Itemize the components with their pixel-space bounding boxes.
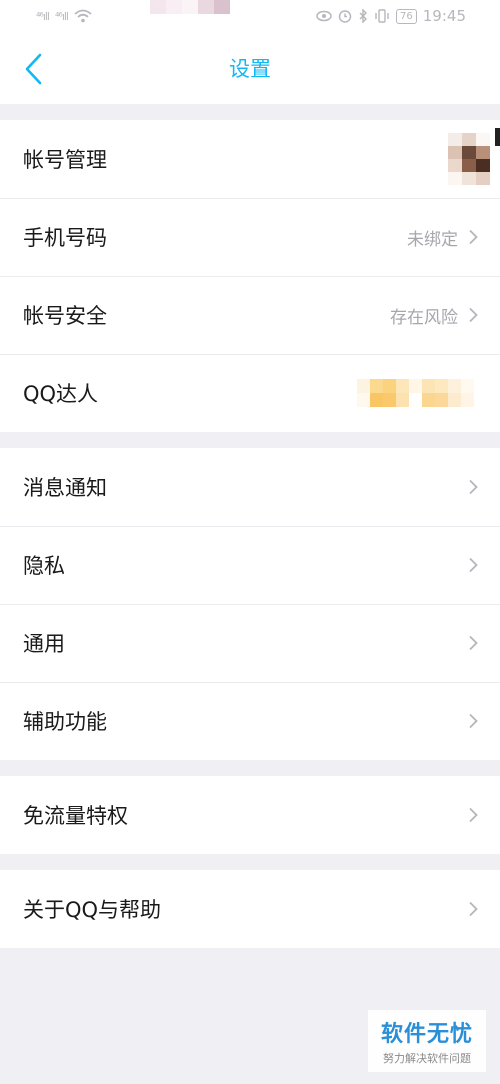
qq-expert-badge bbox=[357, 379, 474, 407]
phone-status-value: 未绑定 bbox=[407, 229, 458, 250]
row-qq-expert[interactable]: QQ达人 bbox=[0, 354, 500, 432]
vibrate-icon bbox=[375, 9, 389, 23]
wifi-icon bbox=[74, 9, 92, 23]
nav-header: 设置 bbox=[0, 32, 500, 104]
settings-group-general: 消息通知 隐私 通用 辅助功能 bbox=[0, 448, 500, 760]
back-button[interactable] bbox=[18, 52, 48, 86]
avatar bbox=[448, 133, 490, 185]
row-privacy[interactable]: 隐私 bbox=[0, 526, 500, 604]
row-right: 未绑定 bbox=[407, 225, 478, 250]
row-label: 关于QQ与帮助 bbox=[23, 898, 162, 922]
row-phone-number[interactable]: 手机号码 未绑定 bbox=[0, 198, 500, 276]
chevron-right-icon bbox=[469, 713, 478, 729]
row-right: 存在风险 bbox=[390, 303, 478, 328]
edge-marker bbox=[495, 128, 500, 146]
watermark-subtitle: 努力解决软件问题 bbox=[383, 1052, 471, 1065]
watermark-title: 软件无忧 bbox=[380, 1022, 473, 1047]
row-label: 辅助功能 bbox=[23, 710, 107, 734]
chevron-right-icon bbox=[469, 807, 478, 823]
row-accessibility[interactable]: 辅助功能 bbox=[0, 682, 500, 760]
clock-time: 19:45 bbox=[422, 7, 466, 25]
row-label: 通用 bbox=[23, 632, 65, 656]
status-left: ⁴⁶ıll ⁴⁶ıll bbox=[36, 9, 92, 23]
row-notifications[interactable]: 消息通知 bbox=[0, 448, 500, 526]
bluetooth-icon bbox=[359, 9, 368, 23]
alarm-icon bbox=[338, 10, 352, 23]
settings-group-data-free: 免流量特权 bbox=[0, 776, 500, 854]
signal-icon-1: ⁴⁶ıll bbox=[36, 9, 50, 23]
row-general[interactable]: 通用 bbox=[0, 604, 500, 682]
row-account-security[interactable]: 帐号安全 存在风险 bbox=[0, 276, 500, 354]
chevron-right-icon bbox=[469, 307, 478, 323]
eye-icon bbox=[316, 10, 332, 22]
row-label: 消息通知 bbox=[23, 476, 107, 500]
row-data-free-privilege[interactable]: 免流量特权 bbox=[0, 776, 500, 854]
chevron-right-icon bbox=[469, 557, 478, 573]
signal-icon-2: ⁴⁶ıll bbox=[55, 9, 69, 23]
row-label: QQ达人 bbox=[23, 382, 99, 406]
row-about-and-help[interactable]: 关于QQ与帮助 bbox=[0, 870, 500, 948]
chevron-right-icon bbox=[469, 479, 478, 495]
row-label: 隐私 bbox=[23, 554, 65, 578]
battery-icon: 76 bbox=[396, 8, 417, 24]
row-label: 帐号管理 bbox=[23, 148, 107, 172]
settings-group-about: 关于QQ与帮助 bbox=[0, 870, 500, 948]
security-status-value: 存在风险 bbox=[390, 307, 458, 328]
blurred-notification-icons bbox=[150, 0, 230, 28]
status-bar: ⁴⁶ıll ⁴⁶ıll 76 19:45 bbox=[0, 0, 500, 32]
chevron-right-icon bbox=[469, 635, 478, 651]
watermark: 软件无忧 努力解决软件问题 bbox=[368, 1010, 486, 1072]
chevron-left-icon bbox=[25, 53, 42, 85]
status-right: 76 19:45 bbox=[316, 7, 466, 25]
chevron-right-icon bbox=[469, 901, 478, 917]
chevron-right-icon bbox=[469, 229, 478, 245]
settings-group-account: 帐号管理 手机号码 未绑定 帐号安全 存在风险 QQ达人 bbox=[0, 120, 500, 432]
row-label: 手机号码 bbox=[23, 226, 107, 250]
row-account-management[interactable]: 帐号管理 bbox=[0, 120, 500, 198]
row-label: 帐号安全 bbox=[23, 304, 107, 328]
page-title: 设置 bbox=[229, 57, 271, 81]
row-label: 免流量特权 bbox=[23, 804, 128, 828]
